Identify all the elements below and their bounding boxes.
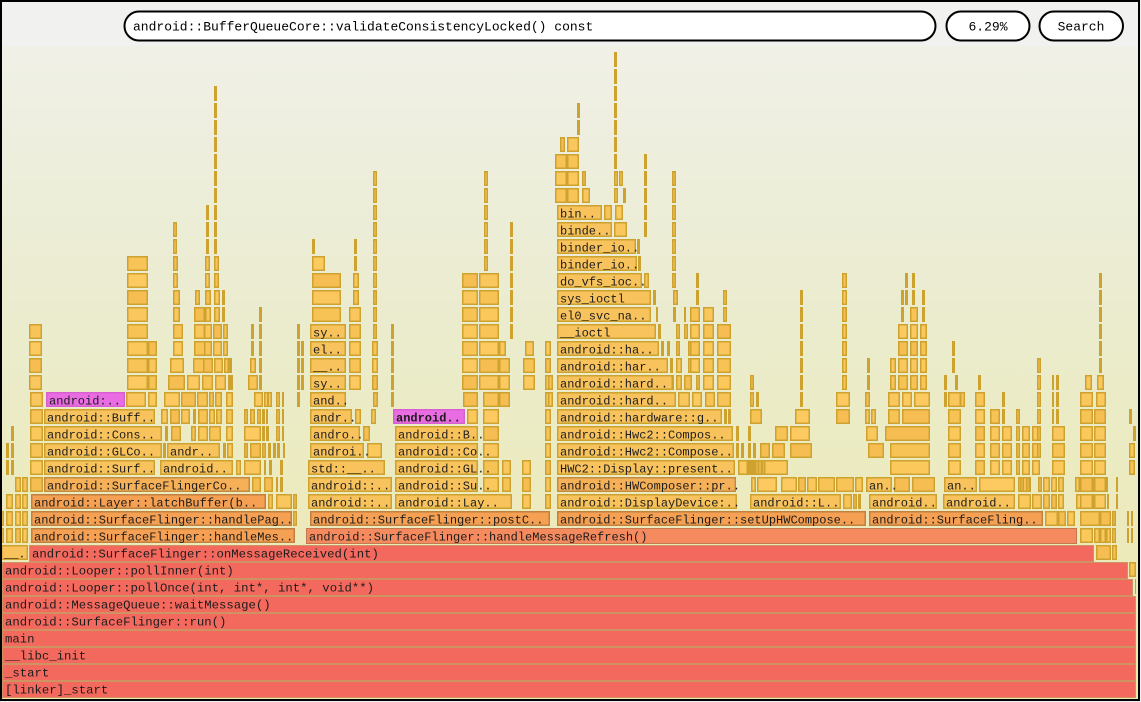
svg-text:android::B..: android::B.. [398,429,484,443]
svg-text:__.: __. [3,548,26,562]
svg-text:android::Looper::pollOnce(int,: android::Looper::pollOnce(int, int*, int… [5,582,374,596]
svg-text:bin..: bin.. [560,208,596,222]
svg-text:android::Hwc2::Compos..: android::Hwc2::Compos.. [560,429,726,443]
svg-text:__libc_init: __libc_init [4,650,86,664]
svg-text:Search: Search [1058,20,1105,35]
svg-text:android::har..: android::har.. [560,361,661,375]
svg-text:android::SurfaceFlinger::handl: android::SurfaceFlinger::handleMes.. [34,531,293,545]
svg-text:android::hard..: android::hard.. [560,395,668,409]
svg-text:[linker]_start: [linker]_start [5,684,108,698]
svg-text:android::Layer::latchBuffer(b.: android::Layer::latchBuffer(b.. [34,497,257,511]
svg-text:binde..: binde.. [560,225,610,239]
svg-text:android::..: android::.. [311,497,390,511]
svg-text:android:..: android:.. [49,395,121,409]
svg-text:android::SurfaceFlinger::postC: android::SurfaceFlinger::postC.. [313,514,543,528]
svg-text:android::SurfaceFlinger::setUp: android::SurfaceFlinger::setUpHWCompose.… [560,514,855,528]
svg-text:__ioctl: __ioctl [559,327,610,341]
svg-text:android::SurfaceFlinger::handl: android::SurfaceFlinger::handlePag.. [34,514,293,528]
svg-text:android::SurfaceFling..: android::SurfaceFling.. [872,514,1038,528]
svg-text:android..: android.. [396,412,461,426]
svg-text:android::Surf..: android::Surf.. [47,463,155,477]
svg-text:android::HWComposer::pr..: android::HWComposer::pr.. [560,480,740,494]
svg-text:sy..: sy.. [313,378,342,392]
svg-text:android::SurfaceFlinger::run(): android::SurfaceFlinger::run() [5,616,226,630]
svg-text:binder_io..: binder_io.. [560,242,639,256]
svg-text:el0_svc_na..: el0_svc_na.. [560,310,646,324]
svg-text:android::SurfaceFlinger::handl: android::SurfaceFlinger::handleMessageRe… [309,531,647,545]
svg-text:android::Lay..: android::Lay.. [398,497,499,511]
svg-text:el..: el.. [313,344,342,358]
svg-text:andro..: andro.. [313,429,363,443]
svg-text:android::hardware::g..: android::hardware::g.. [560,412,718,426]
svg-text:std::__..: std::__.. [311,463,376,477]
svg-text:an..: an.. [947,480,976,494]
svg-text:_start: _start [4,667,49,681]
svg-text:android::Buff..: android::Buff.. [47,412,155,426]
svg-text:sys_ioctl: sys_ioctl [560,293,625,307]
svg-text:android::SurfaceFlingerCo..: android::SurfaceFlingerCo.. [47,480,241,494]
svg-text:android..: android.. [163,463,228,477]
svg-text:android..: android.. [872,497,937,511]
svg-text:andr..: andr.. [170,446,213,460]
svg-text:android::hard..: android::hard.. [560,378,668,392]
svg-text:android::GLCo..: android::GLCo.. [47,446,155,460]
svg-text:HWC2::Display::present..: HWC2::Display::present.. [560,463,733,477]
svg-text:android::Co..: android::Co.. [398,446,492,460]
svg-text:android::SurfaceFlinger::onMes: android::SurfaceFlinger::onMessageReceiv… [32,548,379,562]
svg-text:do_vfs_ioc..: do_vfs_ioc.. [560,276,646,290]
svg-text:android::Hwc2::Compose..: android::Hwc2::Compose.. [560,446,733,460]
svg-text:android..: android.. [946,497,1011,511]
svg-text:an..: an.. [869,480,898,494]
svg-text:6.29%: 6.29% [968,20,1007,35]
svg-text:android::DisplayDevice:..: android::DisplayDevice:.. [560,497,740,511]
svg-text:sy..: sy.. [313,327,342,341]
svg-text:and..: and.. [313,395,349,409]
svg-text:android::Cons..: android::Cons.. [47,429,155,443]
svg-text:android::MessageQueue::waitMes: android::MessageQueue::waitMessage() [5,599,271,613]
svg-text:__..: __.. [312,361,342,375]
svg-text:android::..: android::.. [311,480,390,494]
svg-text:android::Looper::pollInner(int: android::Looper::pollInner(int) [5,565,234,579]
svg-text:android::ha..: android::ha.. [560,344,654,358]
svg-text:android::GL..: android::GL.. [398,463,492,477]
svg-text:binder_io..: binder_io.. [560,259,639,273]
svg-text:andr..: andr.. [313,412,356,426]
svg-text:android::Su..: android::Su.. [398,480,492,494]
svg-text:main: main [5,633,35,647]
svg-text:androi..: androi.. [313,446,371,460]
svg-text:android::L..: android::L.. [753,497,839,511]
svg-text:android::BufferQueueCore::vali: android::BufferQueueCore::validateConsis… [133,20,593,35]
